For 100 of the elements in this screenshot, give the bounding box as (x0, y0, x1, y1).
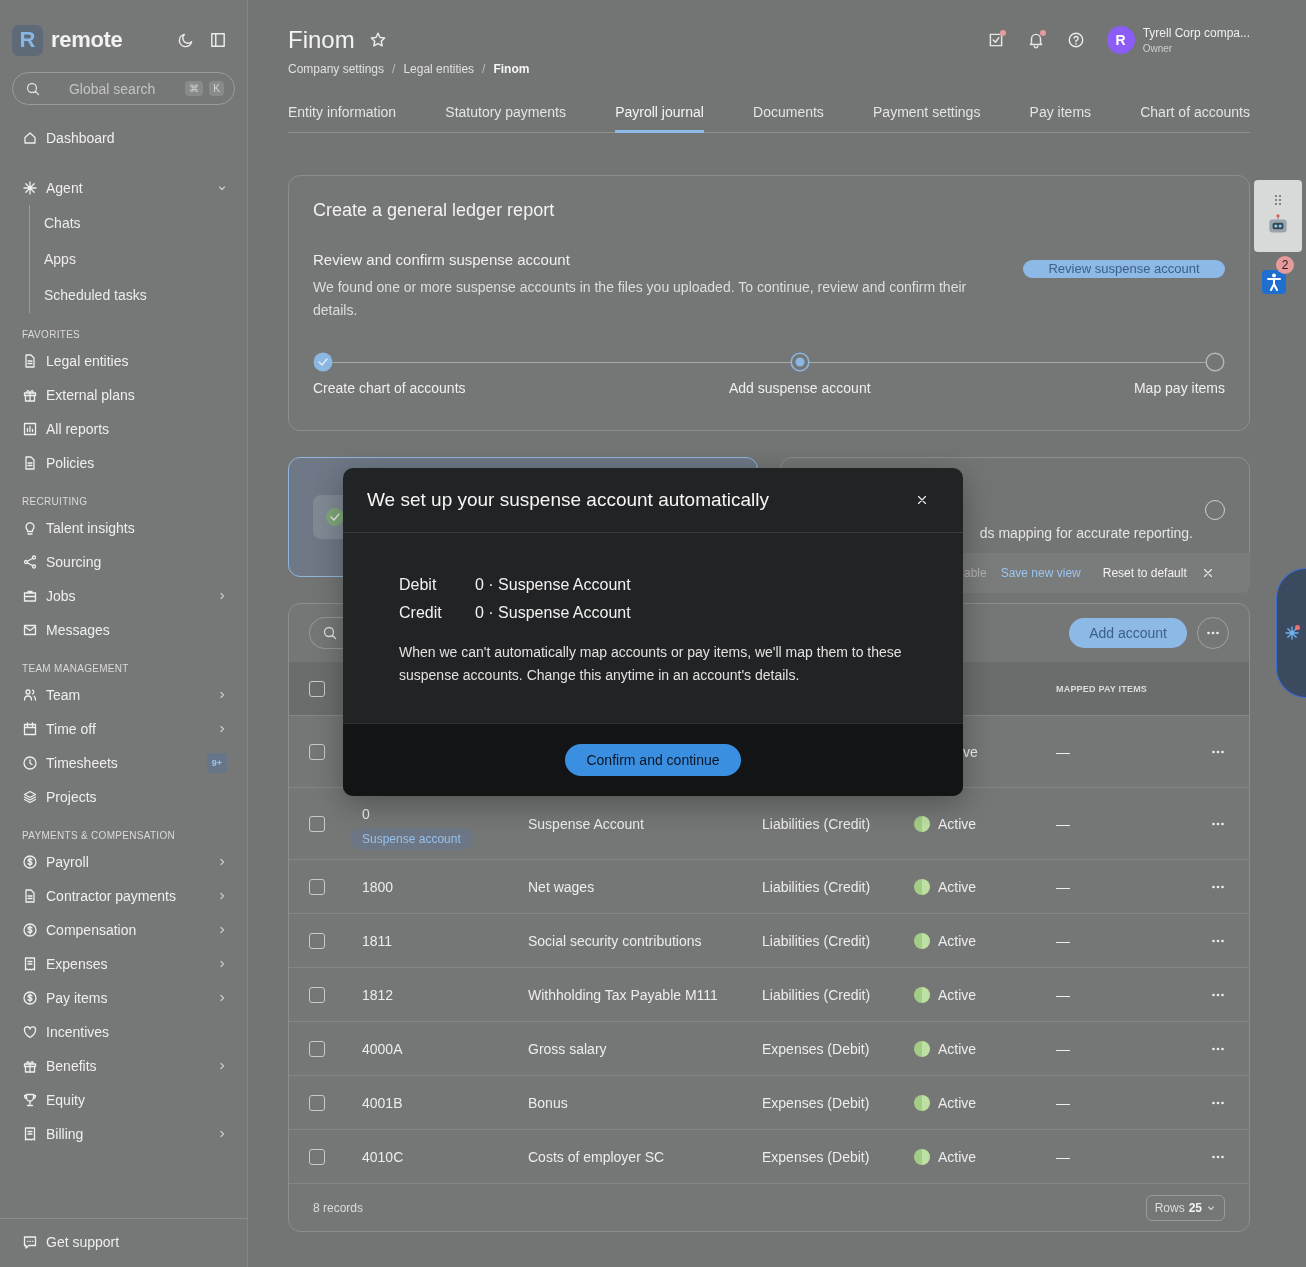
layers-icon (22, 789, 38, 805)
tab[interactable]: Statutory payments (445, 96, 566, 133)
sparkle-icon (22, 180, 38, 196)
nav-item[interactable]: Policies (0, 446, 247, 480)
description-text: We found one or more suspense accounts in the files you uploaded. To continue, review and confirm their details. (313, 278, 968, 320)
nav-item[interactable]: Payroll (0, 845, 247, 879)
account-role: Owner (1142, 43, 1174, 54)
nav-item[interactable]: Contractor payments (0, 879, 247, 913)
nav-item[interactable]: Projects (0, 780, 247, 814)
checkbox[interactable] (309, 1094, 325, 1111)
reset-link[interactable]: Reset to default (1102, 566, 1187, 580)
close-icon[interactable] (915, 493, 929, 507)
avatar[interactable]: R (1106, 26, 1135, 54)
account-value: 0 · Suspense Account (475, 575, 631, 595)
chevron-right-icon (217, 1129, 227, 1139)
assistant-widget[interactable] (1254, 180, 1302, 252)
receipt-icon (22, 1126, 38, 1142)
moon-icon[interactable] (177, 31, 195, 49)
card-text: ds mapping for accurate reporting. (979, 525, 1193, 541)
tab[interactable]: Documents (753, 96, 824, 133)
status-text: ve (963, 743, 978, 760)
tab[interactable]: Payroll journal (615, 96, 704, 133)
checkbox[interactable] (309, 743, 325, 760)
nav-item[interactable]: Jobs (0, 579, 247, 613)
step-label: Map pay items (1133, 380, 1225, 396)
nav-subitem[interactable]: Apps (44, 241, 247, 277)
nav-subitem[interactable]: Chats (44, 205, 247, 241)
table-cell: — (1056, 1148, 1070, 1165)
account-value: 0 · Suspense Account (475, 603, 631, 623)
sidebar-toggle-icon[interactable] (209, 31, 227, 49)
nav-item[interactable]: Equity (0, 1083, 247, 1117)
nav-item[interactable]: Incentives (0, 1015, 247, 1049)
briefcase-icon (22, 588, 38, 604)
chevron-right-icon (217, 857, 227, 867)
tab[interactable]: Entity information (288, 96, 397, 133)
table-cell: 4001B (362, 1094, 403, 1111)
table-cell: Expenses (Debit) (762, 1148, 870, 1165)
nav-item[interactable]: Messages (0, 613, 247, 647)
dollar-icon (22, 922, 38, 938)
agent-launcher[interactable] (1276, 568, 1306, 698)
lightbulb-icon (22, 520, 38, 536)
save-view-link[interactable]: Save new view (1000, 566, 1081, 580)
section-heading: TEAM MANAGEMENT (21, 663, 130, 674)
nav-item[interactable]: Dashboard (0, 121, 247, 155)
checkbox[interactable] (309, 680, 325, 697)
nav-item[interactable]: Compensation (0, 913, 247, 947)
status-dot (914, 932, 930, 949)
nav-item[interactable]: Pay items (0, 981, 247, 1015)
nav-item[interactable]: Billing (0, 1117, 247, 1151)
nav-item[interactable]: Time off (0, 712, 247, 746)
drag-handle-icon[interactable] (1274, 194, 1282, 206)
breadcrumb-separator: / (482, 62, 486, 76)
status-text: Active (938, 1094, 977, 1111)
nav-subitem[interactable]: Scheduled tasks (44, 277, 247, 313)
nav-item[interactable]: Benefits (0, 1049, 247, 1083)
receipt-icon (22, 956, 38, 972)
accessibility-icon[interactable] (1262, 270, 1286, 294)
checkbox[interactable] (309, 1148, 325, 1165)
breadcrumb-link[interactable]: Legal entities (403, 62, 475, 76)
chart-icon (22, 421, 38, 437)
add-account-button[interactable]: Add account (1069, 618, 1187, 648)
nav-item[interactable]: Legal entities (0, 344, 247, 378)
status-dot (914, 815, 930, 832)
confirm-button[interactable]: Confirm and continue (565, 744, 741, 776)
checkbox[interactable] (309, 815, 325, 832)
page-title: Finom (288, 26, 355, 54)
checkbox[interactable] (309, 986, 325, 1003)
nav-item[interactable]: Team (0, 678, 247, 712)
trophy-icon (22, 1092, 38, 1108)
get-support-link[interactable]: Get support (0, 1225, 247, 1259)
tab[interactable]: Chart of accounts (1140, 96, 1250, 133)
chevron-right-icon (217, 724, 227, 734)
nav-item[interactable]: Timesheets 9+ (0, 746, 247, 780)
checkbox[interactable] (309, 878, 325, 895)
table-cell: — (1056, 743, 1070, 760)
tab[interactable]: Pay items (1029, 96, 1092, 133)
nav-item[interactable]: Talent insights (0, 511, 247, 545)
nav-item[interactable]: Agent (0, 171, 247, 205)
rows-per-page-select[interactable]: Rows 25 (1145, 1194, 1225, 1221)
help-icon[interactable] (1066, 31, 1085, 49)
dollar-icon (22, 990, 38, 1006)
card-title: Create a general ledger report (313, 200, 556, 221)
nav-item[interactable]: All reports (0, 412, 247, 446)
chevron-right-icon (217, 591, 227, 601)
search-icon (25, 80, 41, 97)
table-cell: Liabilities (Credit) (762, 878, 871, 895)
checkbox[interactable] (309, 1040, 325, 1057)
breadcrumb-link[interactable]: Company settings (288, 62, 385, 76)
nav-item[interactable]: External plans (0, 378, 247, 412)
nav-item[interactable]: Expenses (0, 947, 247, 981)
review-button[interactable]: Review suspense account (1023, 260, 1225, 278)
tab[interactable]: Payment settings (873, 96, 981, 133)
dialog-text: When we can't automatically map accounts or pay items, we'll map them to these suspense accounts. Change this anytime in an account's details. (399, 643, 903, 685)
table-cell: Costs of employer SC (528, 1148, 665, 1165)
chevron-right-icon (217, 993, 227, 1003)
checkbox[interactable] (309, 932, 325, 949)
nav-item[interactable]: Sourcing (0, 545, 247, 579)
star-icon[interactable] (368, 31, 387, 49)
status-dot (914, 1094, 930, 1111)
table-cell: — (1056, 1094, 1070, 1111)
